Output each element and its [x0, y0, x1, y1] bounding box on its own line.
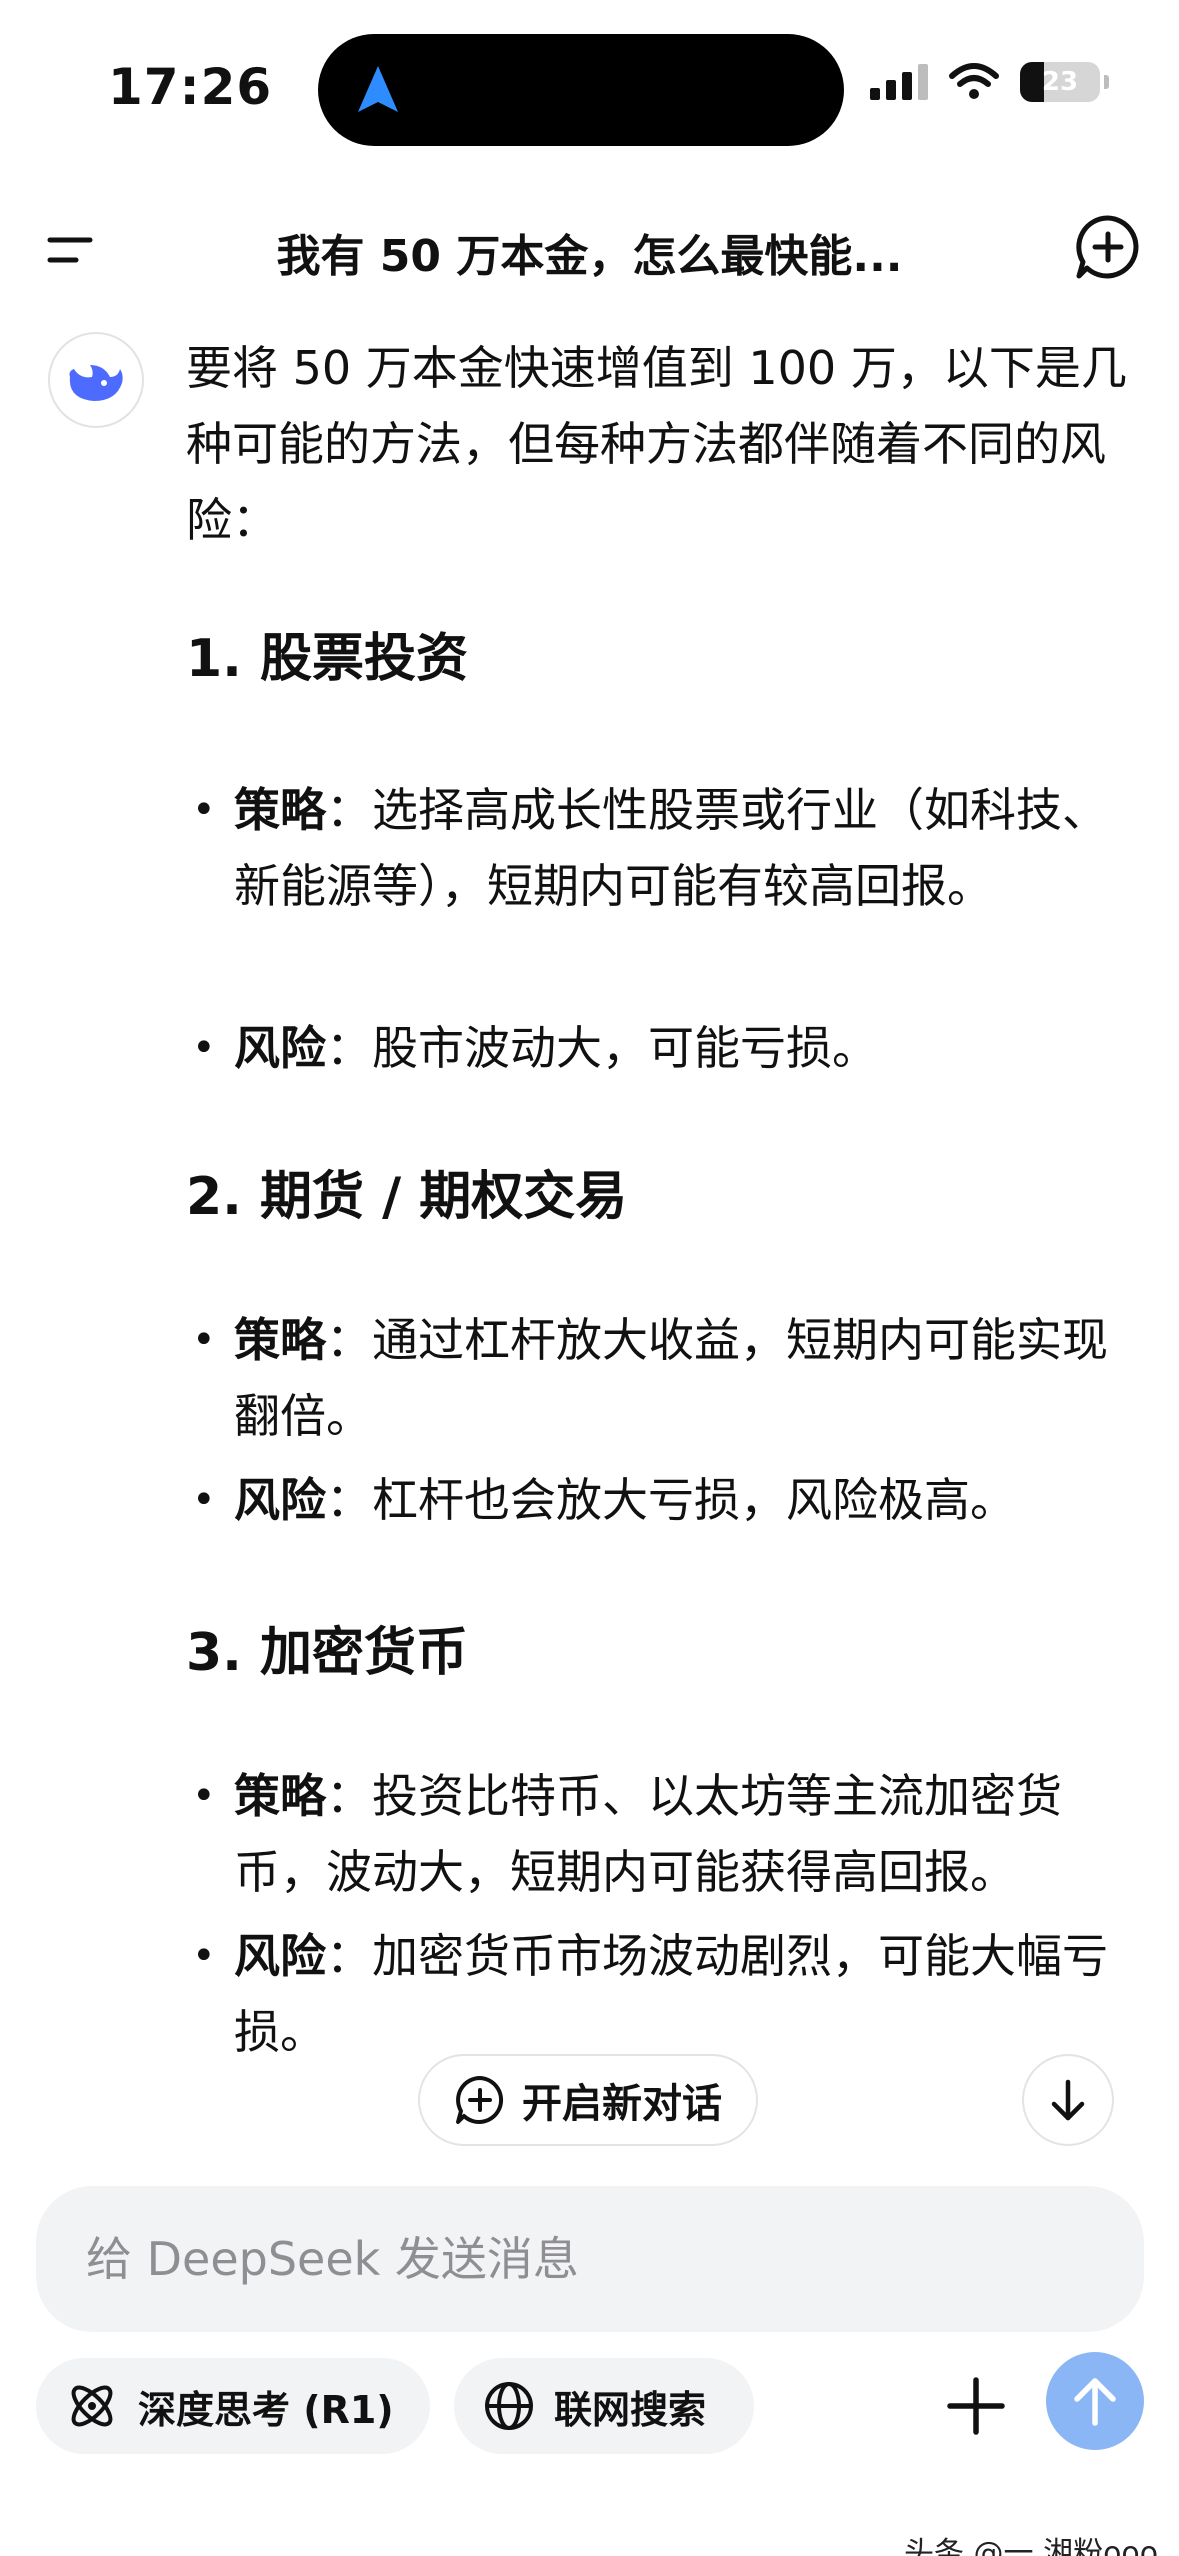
strategy-item: 策略：通过杠杆放大收益，短期内可能实现翻倍。: [186, 1302, 1146, 1454]
risk-label: 风险: [234, 1473, 326, 1527]
new-chat-icon[interactable]: [1073, 212, 1143, 282]
deep-think-label: 深度思考 (R1): [138, 2387, 394, 2432]
scroll-to-bottom-button[interactable]: [1022, 2054, 1114, 2146]
risk-label: 风险: [234, 1021, 326, 1075]
battery-indicator: 23: [1020, 62, 1100, 102]
status-indicators: 23: [870, 62, 1109, 102]
wifi-icon: [949, 63, 999, 99]
risk-text: ：加密货币市场波动剧烈，可能大幅亏损。: [234, 1929, 1108, 2059]
risk-item: 风险：加密货币市场波动剧烈，可能大幅亏损。: [186, 1918, 1146, 2070]
atom-icon: [71, 2385, 113, 2427]
section-heading: 2. 期货 / 期权交易: [186, 1167, 628, 1227]
web-search-toggle[interactable]: 联网搜索: [454, 2358, 754, 2454]
battery-level: 23: [1041, 67, 1079, 97]
status-time: 17:26: [108, 58, 273, 116]
strategy-label: 策略: [234, 783, 326, 837]
deepseek-whale-icon: [69, 365, 123, 401]
new-chat-bubble-icon: [456, 2076, 504, 2124]
risk-item: 风险：股市波动大，可能亏损。: [186, 1010, 1146, 1086]
risk-item: 风险：杠杆也会放大亏损，风险极高。: [186, 1462, 1146, 1538]
status-bar: 17:26 23: [0, 0, 1179, 170]
deep-think-toggle[interactable]: 深度思考 (R1): [36, 2358, 430, 2454]
strategy-label: 策略: [234, 1313, 326, 1367]
battery-cap: [1104, 75, 1109, 89]
chat-header: 我有 50 万本金，怎么最快能...: [0, 200, 1179, 300]
risk-text: ：杠杆也会放大亏损，风险极高。: [326, 1473, 1016, 1527]
chat-title: 我有 50 万本金，怎么最快能...: [276, 231, 903, 282]
arrow-up-icon: [1074, 2378, 1116, 2426]
strategy-text: ：选择高成长性股票或行业（如科技、新能源等），短期内可能有较高回报。: [234, 783, 1108, 913]
section-heading: 3. 加密货币: [186, 1623, 469, 1683]
new-chat-button[interactable]: 开启新对话: [418, 2054, 758, 2146]
attach-plus-icon[interactable]: [940, 2370, 1012, 2442]
arrow-down-icon: [1051, 2079, 1085, 2121]
cellular-signal-icon: [870, 64, 928, 100]
strategy-text: ：投资比特币、以太坊等主流加密货币，波动大，短期内可能获得高回报。: [234, 1769, 1062, 1899]
new-chat-label: 开启新对话: [522, 2081, 722, 2127]
message-input[interactable]: [86, 2232, 1144, 2286]
intro-paragraph: 要将 50 万本金快速增值到 100 万，以下是几种可能的方法，但每种方法都伴随…: [186, 341, 1127, 547]
risk-label: 风险: [234, 1929, 326, 1983]
deepseek-avatar: [48, 332, 144, 428]
menu-icon[interactable]: [46, 224, 98, 276]
section-heading: 1. 股票投资: [186, 629, 469, 689]
navigation-arrow-icon: [358, 66, 398, 112]
risk-text: ：股市波动大，可能亏损。: [326, 1021, 878, 1075]
watermark-text: 头条 @一 湘粉ooo: [904, 2536, 1159, 2556]
strategy-label: 策略: [234, 1769, 326, 1823]
globe-icon: [485, 2382, 533, 2430]
message-input-container[interactable]: [36, 2186, 1144, 2332]
strategy-item: 策略：投资比特币、以太坊等主流加密货币，波动大，短期内可能获得高回报。: [186, 1758, 1146, 1910]
strategy-text: ：通过杠杆放大收益，短期内可能实现翻倍。: [234, 1313, 1108, 1443]
send-button[interactable]: [1046, 2352, 1144, 2450]
web-search-label: 联网搜索: [554, 2387, 707, 2432]
strategy-item: 策略：选择高成长性股票或行业（如科技、新能源等），短期内可能有较高回报。: [186, 772, 1146, 924]
dynamic-island: [318, 34, 844, 146]
